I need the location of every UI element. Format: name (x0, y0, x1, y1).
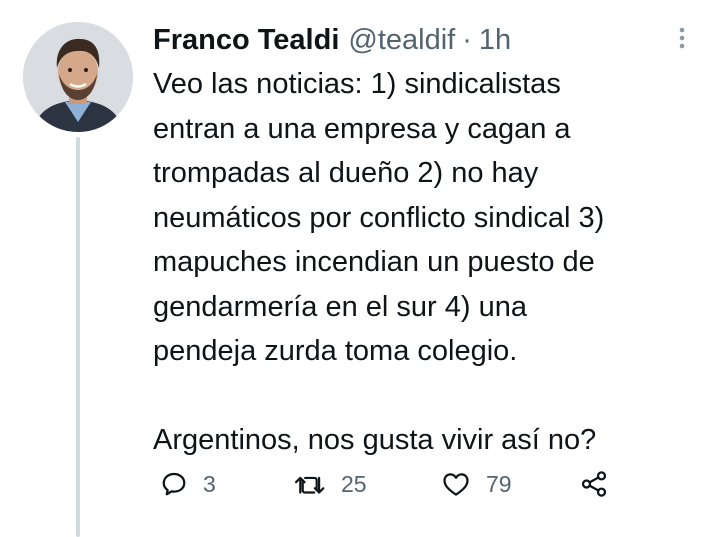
thread-line (76, 137, 80, 537)
separator-dot: · (462, 24, 472, 56)
timestamp[interactable]: 1h (479, 20, 511, 60)
display-name[interactable]: Franco Tealdi (153, 20, 339, 60)
tweet-header: Franco Tealdi @tealdif · 1h (153, 20, 511, 60)
reply-icon (162, 472, 186, 496)
more-options-button[interactable] (668, 22, 696, 54)
avatar[interactable] (23, 22, 133, 132)
tweet: Franco Tealdi @tealdif · 1h Veo las noti… (0, 0, 707, 537)
action-bar: 3 25 79 (153, 464, 623, 504)
profile-photo (23, 22, 133, 132)
tweet-text: Veo las noticias: 1) sindicalistas entra… (153, 68, 605, 456)
retweet-icon (294, 476, 325, 494)
reply-button[interactable]: 3 (159, 464, 216, 504)
heart-icon (443, 473, 469, 496)
share-button[interactable] (579, 464, 609, 504)
more-vertical-icon (679, 27, 685, 49)
retweet-count: 25 (341, 470, 367, 497)
retweet-button[interactable]: 25 (293, 464, 367, 504)
like-button[interactable]: 79 (440, 464, 512, 504)
share-icon (581, 471, 607, 497)
like-count: 79 (486, 470, 512, 497)
handle[interactable]: @tealdif (348, 20, 455, 60)
reply-count: 3 (203, 470, 216, 497)
